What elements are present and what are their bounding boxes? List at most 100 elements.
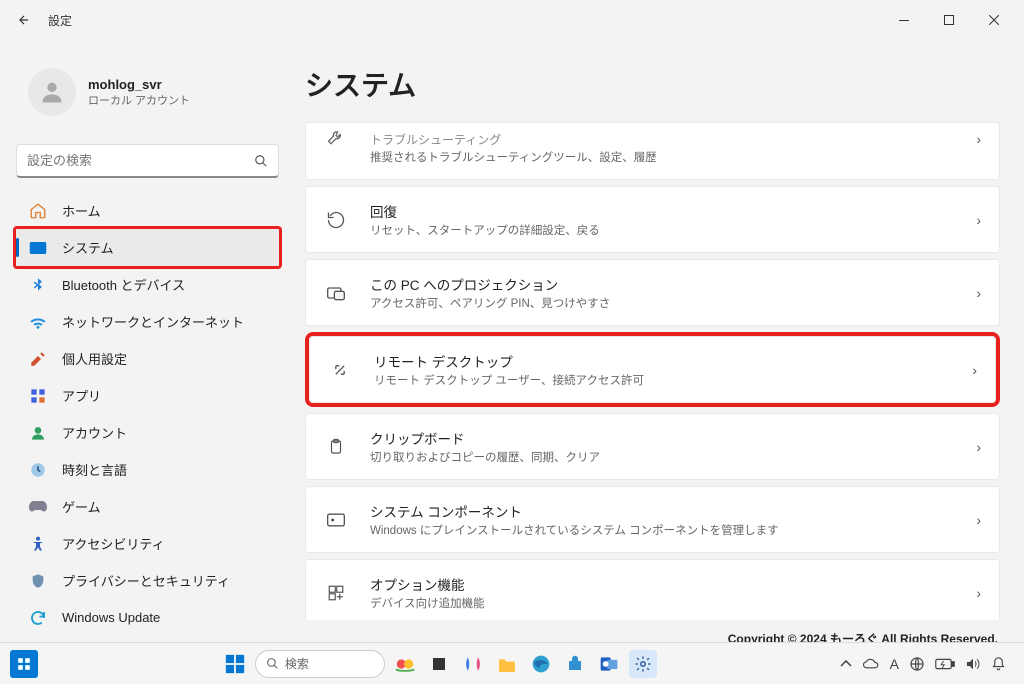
- recovery-icon: [324, 210, 348, 230]
- chevron-right-icon: ›: [976, 131, 981, 147]
- nav-personalize[interactable]: 個人用設定: [16, 340, 279, 377]
- avatar: [28, 68, 76, 116]
- remote-icon: [328, 360, 352, 380]
- page-title: システム: [305, 64, 1000, 104]
- chevron-right-icon: ›: [976, 585, 981, 601]
- card-troubleshoot[interactable]: トラブルシューティング推奨されるトラブルシューティングツール、設定、履歴 ›: [305, 122, 1000, 180]
- nav-accessibility[interactable]: アクセシビリティ: [16, 525, 279, 562]
- system-icon: [28, 238, 48, 258]
- nav-time[interactable]: 時刻と言語: [16, 451, 279, 488]
- chevron-right-icon: ›: [976, 439, 981, 455]
- tray-chevron-icon[interactable]: [840, 660, 852, 668]
- card-recovery[interactable]: 回復リセット、スタートアップの詳細設定、戻る ›: [305, 186, 1000, 253]
- tray-battery-icon[interactable]: [935, 658, 955, 670]
- nav-label: ネットワークとインターネット: [62, 312, 244, 331]
- projection-icon: [324, 284, 348, 302]
- card-components[interactable]: システム コンポーネントWindows にプレインストールされているシステム コ…: [305, 486, 1000, 553]
- account-type: ローカル アカウント: [88, 92, 190, 108]
- update-icon: [28, 608, 48, 628]
- card-optional[interactable]: オプション機能デバイス向け追加機能 ›: [305, 559, 1000, 620]
- card-desc: デバイス向け追加機能: [370, 595, 976, 611]
- accessibility-icon: [28, 534, 48, 554]
- nav-gaming[interactable]: ゲーム: [16, 488, 279, 525]
- nav-label: アプリ: [62, 386, 101, 405]
- taskbar-app-1[interactable]: [391, 650, 419, 678]
- card-title: オプション機能: [370, 574, 976, 594]
- card-title: システム コンポーネント: [370, 501, 976, 521]
- taskbar-app-2[interactable]: [425, 650, 453, 678]
- minimize-button[interactable]: [881, 5, 926, 35]
- accounts-icon: [28, 423, 48, 443]
- search-box[interactable]: [16, 144, 279, 178]
- nav-home[interactable]: ホーム: [16, 192, 279, 229]
- nav-label: 個人用設定: [62, 349, 127, 368]
- card-desc: アクセス許可、ペアリング PIN、見つけやすさ: [370, 295, 976, 311]
- sidebar: mohlog_svr ローカル アカウント ホーム システム: [0, 40, 295, 620]
- nav-label: ホーム: [62, 201, 101, 220]
- card-desc: リモート デスクトップ ユーザー、接続アクセス許可: [374, 372, 972, 388]
- chevron-right-icon: ›: [976, 212, 981, 228]
- taskbar-settings[interactable]: [629, 650, 657, 678]
- clipboard-icon: [324, 437, 348, 457]
- window-controls: [881, 5, 1016, 35]
- account-block[interactable]: mohlog_svr ローカル アカウント: [16, 60, 279, 124]
- nav-update[interactable]: Windows Update: [16, 599, 279, 636]
- tray-ime-icon[interactable]: A: [890, 656, 899, 672]
- time-icon: [28, 460, 48, 480]
- card-title: クリップボード: [370, 428, 976, 448]
- card-title: トラブルシューティング: [370, 131, 976, 148]
- card-title: この PC へのプロジェクション: [370, 274, 976, 294]
- nav-network[interactable]: ネットワークとインターネット: [16, 303, 279, 340]
- taskbar-copilot[interactable]: [459, 650, 487, 678]
- taskbar-edge[interactable]: [527, 650, 555, 678]
- taskbar: 検索 A: [0, 642, 1024, 684]
- network-icon: [28, 312, 48, 332]
- search-input[interactable]: [27, 153, 254, 168]
- taskbar-explorer[interactable]: [493, 650, 521, 678]
- nav-privacy[interactable]: プライバシーとセキュリティ: [16, 562, 279, 599]
- card-remote-desktop[interactable]: リモート デスクトップリモート デスクトップ ユーザー、接続アクセス許可 ›: [309, 336, 996, 403]
- chevron-right-icon: ›: [976, 512, 981, 528]
- card-desc: 推奨されるトラブルシューティングツール、設定、履歴: [370, 149, 976, 165]
- taskbar-outlook[interactable]: [595, 650, 623, 678]
- tray-notification-icon[interactable]: [991, 656, 1006, 672]
- titlebar: 設定: [0, 0, 1024, 40]
- start-button[interactable]: [221, 653, 249, 675]
- back-button[interactable]: [8, 4, 40, 36]
- tray-onedrive-icon[interactable]: [862, 658, 880, 670]
- taskbar-search[interactable]: 検索: [255, 650, 385, 678]
- nav-label: アカウント: [62, 423, 127, 442]
- nav-system[interactable]: システム: [16, 229, 279, 266]
- apps-icon: [28, 386, 48, 406]
- close-button[interactable]: [971, 5, 1016, 35]
- nav-label: Bluetooth とデバイス: [62, 275, 185, 294]
- tray-volume-icon[interactable]: [965, 657, 981, 671]
- card-title: 回復: [370, 201, 976, 221]
- nav-label: ゲーム: [62, 497, 101, 516]
- nav-apps[interactable]: アプリ: [16, 377, 279, 414]
- optional-icon: [324, 584, 348, 602]
- troubleshoot-icon: [324, 127, 348, 147]
- system-tray[interactable]: A: [840, 656, 1014, 672]
- nav-label: 時刻と言語: [62, 460, 127, 479]
- search-icon: [254, 154, 268, 168]
- taskbar-store[interactable]: [561, 650, 589, 678]
- chevron-right-icon: ›: [976, 285, 981, 301]
- maximize-button[interactable]: [926, 5, 971, 35]
- card-title: リモート デスクトップ: [374, 351, 972, 371]
- widgets-button[interactable]: [10, 650, 38, 678]
- card-clipboard[interactable]: クリップボード切り取りおよびコピーの履歴、同期、クリア ›: [305, 413, 1000, 480]
- nav-label: システム: [62, 238, 114, 257]
- nav-list: ホーム システム Bluetooth とデバイス ネットワークとインターネット …: [16, 192, 279, 636]
- home-icon: [28, 201, 48, 221]
- window-title: 設定: [48, 12, 72, 29]
- account-name: mohlog_svr: [88, 77, 190, 92]
- bluetooth-icon: [28, 275, 48, 295]
- nav-bluetooth[interactable]: Bluetooth とデバイス: [16, 266, 279, 303]
- privacy-icon: [28, 571, 48, 591]
- tray-network-icon[interactable]: [909, 656, 925, 672]
- gaming-icon: [28, 497, 48, 517]
- card-projection[interactable]: この PC へのプロジェクションアクセス許可、ペアリング PIN、見つけやすさ …: [305, 259, 1000, 326]
- nav-accounts[interactable]: アカウント: [16, 414, 279, 451]
- components-icon: [324, 512, 348, 528]
